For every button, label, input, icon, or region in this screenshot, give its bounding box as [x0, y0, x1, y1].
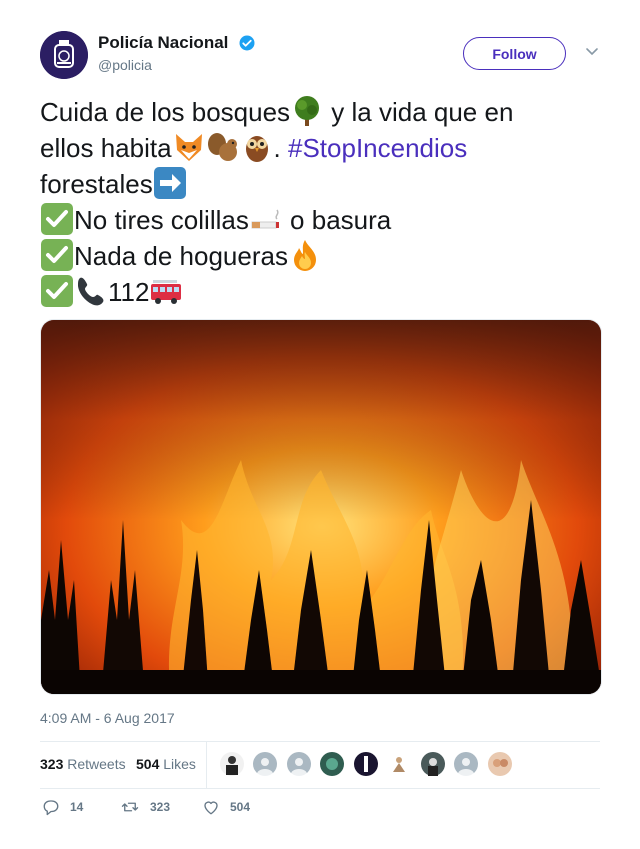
telephone-emoji-icon [78, 277, 104, 306]
heart-icon [204, 801, 218, 815]
avatar[interactable] [253, 752, 278, 779]
profile-avatar[interactable] [40, 31, 88, 79]
retweet-icon [121, 802, 139, 812]
retweet-label: Retweets [67, 756, 126, 772]
tweet-text-segment: o basura [282, 205, 392, 235]
likes-label: Likes [163, 756, 196, 772]
likes-stat[interactable]: 504 Likes [136, 756, 196, 772]
tweet-text-segment: ellos habita [40, 133, 172, 163]
tweet-photo[interactable] [40, 319, 602, 695]
hashtag-link[interactable]: #StopIncendios [288, 133, 467, 163]
avatar[interactable] [487, 752, 512, 776]
fire-emoji-icon [293, 240, 316, 271]
right-arrow-emoji-icon [153, 167, 186, 199]
author-handle[interactable]: @policia [98, 57, 256, 73]
avatar[interactable] [353, 752, 378, 776]
verified-badge-icon [239, 35, 255, 51]
author-block: Policía Nacional @policia [98, 33, 256, 73]
tweet-text-segment: y la vida que en [324, 97, 514, 127]
tweet-line-2: ellos habita. #StopIncendios [40, 130, 610, 166]
liker-avatars [220, 752, 517, 779]
reply-count: 14 [70, 800, 84, 814]
tweet-line-6: 112 [40, 274, 610, 310]
chipmunk-emoji-icon [207, 133, 237, 161]
tweet-text-segment: No tires colillas [74, 205, 249, 235]
tweet-text-segment: forestales [40, 169, 153, 199]
avatar[interactable] [420, 752, 445, 776]
retweet-action-count: 323 [150, 800, 171, 814]
like-button[interactable]: 504 [202, 798, 250, 820]
avatar[interactable] [387, 752, 412, 776]
check-mark-emoji-icon [41, 203, 73, 235]
follow-button[interactable]: Follow [463, 37, 566, 70]
check-mark-emoji-icon [41, 239, 73, 271]
avatar[interactable] [454, 752, 479, 779]
reply-button[interactable]: 14 [42, 798, 83, 820]
tweet-stats: 323 Retweets 504 Likes [40, 741, 600, 789]
like-action-count: 504 [230, 800, 251, 814]
cigarette-emoji-icon [251, 209, 279, 229]
fox-emoji-icon [175, 134, 202, 161]
avatar[interactable] [286, 752, 311, 779]
stats-divider [206, 742, 207, 788]
fire-engine-emoji-icon [151, 280, 182, 304]
tweet-line-4: No tires colillas o basura [40, 202, 610, 238]
retweet-stat[interactable]: 323 Retweets [40, 756, 126, 772]
tweet-header: Policía Nacional @policia Follow [40, 31, 600, 81]
tweet-text-segment: 112 [108, 277, 150, 307]
owl-emoji-icon [245, 136, 268, 162]
avatar[interactable] [320, 752, 345, 776]
avatar[interactable] [220, 752, 244, 776]
tree-emoji-icon [295, 96, 320, 126]
tweet-text-segment: Nada de hogueras [74, 241, 288, 271]
retweet-button[interactable]: 323 [120, 798, 170, 820]
tweet-text-segment: Cuida de los bosques [40, 97, 291, 127]
tweet-timestamp[interactable]: 4:09 AM - 6 Aug 2017 [40, 710, 175, 726]
tweet-line-5: Nada de hogueras [40, 238, 610, 274]
tweet-line-3: forestales [40, 166, 610, 202]
tweet-text: Cuida de los bosques y la vida que en el… [40, 94, 610, 310]
retweet-count: 323 [40, 756, 64, 772]
display-name[interactable]: Policía Nacional [98, 33, 228, 53]
chevron-down-icon[interactable] [584, 43, 600, 59]
tweet-actions: 14 323 504 [40, 798, 600, 822]
reply-icon [43, 800, 59, 816]
check-mark-emoji-icon [41, 275, 73, 307]
forest-fire-photo [41, 320, 601, 694]
tweet-text-segment: . [273, 133, 288, 163]
tweet-line-1: Cuida de los bosques y la vida que en [40, 94, 610, 130]
likes-count: 504 [136, 756, 160, 772]
